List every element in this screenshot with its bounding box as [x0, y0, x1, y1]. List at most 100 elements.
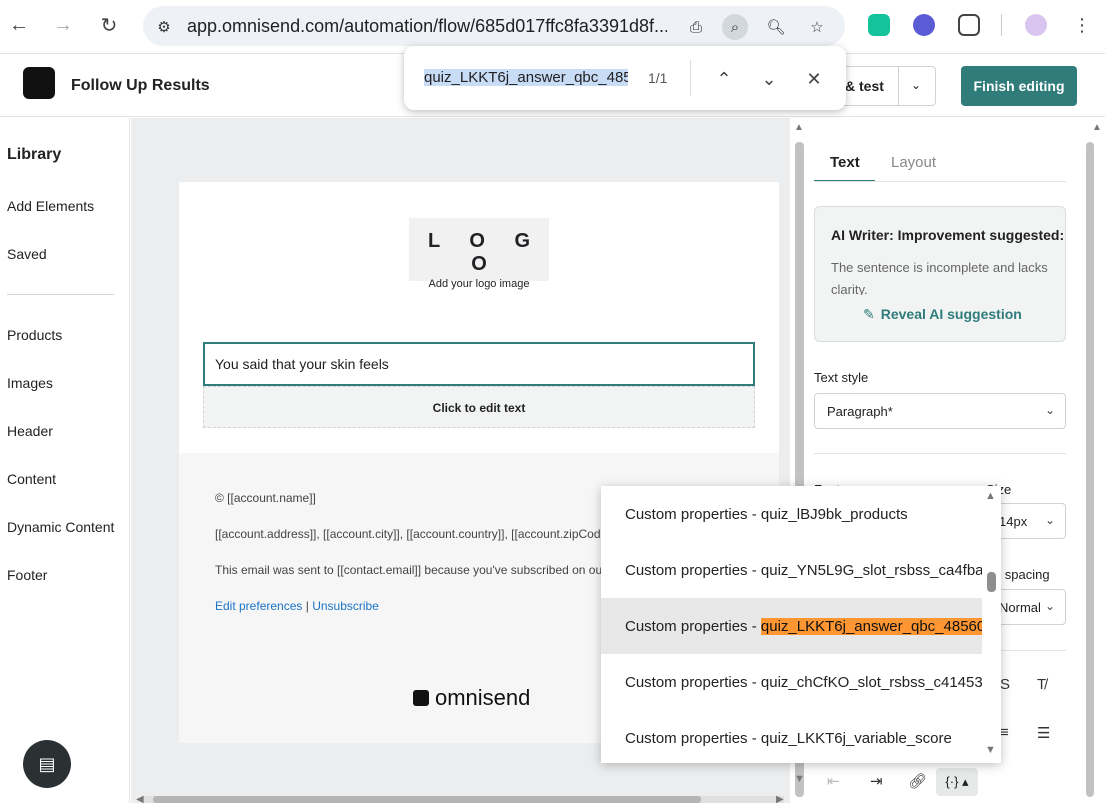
reveal-ai-suggestion-label: Reveal AI suggestion: [880, 306, 1022, 322]
page-title: Follow Up Results: [71, 77, 210, 94]
find-bar: quiz_LKKT6j_answer_qbc_4856 1/1 ⌃ ⌄ ✕: [404, 46, 846, 110]
scroll-right-icon[interactable]: ▶: [776, 794, 784, 805]
browser-menu-icon[interactable]: ⋮: [1067, 10, 1097, 40]
option-name: quiz_YN5L9G_slot_rsbss_ca4fba: [760, 562, 982, 579]
find-in-page-icon[interactable]: ⌕: [722, 14, 748, 40]
strikethrough-icon[interactable]: S: [1000, 676, 1010, 693]
site-info-icon[interactable]: ⚙: [151, 14, 177, 40]
chevron-up-icon[interactable]: ⌃: [711, 66, 737, 92]
install-app-icon[interactable]: ⎙: [683, 14, 709, 40]
find-input[interactable]: quiz_LKKT6j_answer_qbc_4856: [424, 69, 628, 86]
scroll-up-icon[interactable]: ▲: [794, 122, 804, 133]
extension-snowflake-icon[interactable]: [913, 14, 935, 36]
click-to-edit-hint[interactable]: Click to edit text: [203, 386, 755, 428]
sidebar-item-saved[interactable]: Saved: [7, 246, 47, 262]
panel-right-scrollbar[interactable]: [1086, 142, 1094, 797]
option-prefix: Custom properties -: [625, 730, 761, 747]
sidebar-item-products[interactable]: Products: [7, 327, 62, 343]
dropdown-option-selected[interactable]: Custom properties - quiz_LKKT6j_answer_q…: [601, 598, 982, 654]
scroll-down-icon[interactable]: ▼: [794, 773, 805, 785]
ai-writer-title: AI Writer: Improvement suggested:: [831, 227, 1065, 243]
logo-placeholder[interactable]: L O G O Add your logo image: [409, 218, 549, 290]
zoom-icon[interactable]: 🔍︎: [763, 14, 789, 40]
dropdown-scroll-down-icon[interactable]: ▼: [985, 744, 996, 756]
sidebar-item-add-elements[interactable]: Add Elements: [7, 198, 94, 214]
forward-icon[interactable]: →: [48, 10, 78, 40]
indent-icon[interactable]: ⇥: [870, 772, 883, 790]
scroll-up-icon[interactable]: ▲: [1092, 122, 1102, 133]
text-block[interactable]: You said that your skin feels: [203, 342, 755, 386]
align-justify-icon[interactable]: ≡: [1000, 724, 1009, 741]
tab-layout[interactable]: Layout: [891, 154, 936, 171]
chevron-down-icon: ⌄: [1044, 403, 1055, 417]
horizontal-scrollbar-thumb[interactable]: [153, 796, 701, 803]
text-style-select[interactable]: Paragraph* ⌄: [814, 393, 1066, 429]
close-icon[interactable]: ✕: [801, 66, 827, 92]
footer-account-name: © [[account.name]]: [215, 491, 316, 505]
option-prefix: Custom properties -: [625, 562, 761, 579]
footer-links: Edit preferences | Unsubscribe: [215, 599, 379, 613]
reload-icon[interactable]: ↻: [94, 10, 124, 40]
text-style-value: Paragraph*: [827, 404, 893, 419]
sidebar-item-header[interactable]: Header: [7, 423, 53, 439]
bookmark-star-icon[interactable]: ☆: [804, 14, 830, 40]
logo-subtitle: Add your logo image: [428, 278, 530, 290]
library-sidebar: Library Add Elements Saved Products Imag…: [0, 118, 130, 803]
ai-writer-description: The sentence is incomplete and lacks cla…: [831, 260, 1048, 295]
dropdown-option[interactable]: Custom properties - quiz_YN5L9G_slot_rsb…: [601, 542, 982, 598]
sidebar-item-dynamic-content[interactable]: Dynamic Content: [7, 519, 114, 535]
toolbar-divider: [1001, 14, 1002, 36]
preview-test-label: & test: [845, 78, 884, 94]
address-bar[interactable]: ⚙ app.omnisend.com/automation/flow/685d0…: [143, 6, 845, 46]
text-block-content[interactable]: You said that your skin feels: [215, 356, 389, 372]
logo-text: L O G O: [427, 230, 543, 275]
dropdown-option[interactable]: Custom properties - quiz_chCfKO_slot_rsb…: [601, 654, 982, 710]
outdent-icon[interactable]: ⇤: [827, 772, 840, 790]
library-heading: Library: [7, 146, 62, 163]
url-text[interactable]: app.omnisend.com/automation/flow/685d017…: [187, 16, 667, 37]
edit-preferences-link[interactable]: Edit preferences: [215, 599, 302, 613]
tab-text[interactable]: Text: [830, 154, 860, 171]
chat-icon: ▤: [38, 753, 56, 774]
chevron-down-icon: ⌄: [1044, 513, 1055, 527]
wand-icon: ✎: [863, 306, 875, 322]
dropdown-option[interactable]: Custom properties - quiz_LKKT6j_variable…: [601, 710, 982, 763]
find-match-count: 1/1: [648, 70, 668, 86]
panel-divider: [814, 453, 1066, 454]
dropdown-scroll-up-icon[interactable]: ▲: [985, 490, 996, 502]
dropdown-scrollbar-thumb[interactable]: [987, 572, 996, 592]
scroll-left-icon[interactable]: ◀: [136, 794, 144, 805]
size-value: 14px: [999, 514, 1028, 529]
insert-variable-button[interactable]: {·} ▴: [936, 768, 978, 796]
dropdown-option[interactable]: Custom properties - quiz_lBJ9bk_products: [601, 486, 982, 542]
chevron-down-icon[interactable]: ⌄: [756, 66, 782, 92]
omnisend-logo-icon[interactable]: [23, 67, 55, 99]
clear-format-icon[interactable]: T̸: [1037, 676, 1046, 693]
reveal-ai-suggestion-button[interactable]: ✎ Reveal AI suggestion: [863, 306, 1022, 323]
sidebar-item-content[interactable]: Content: [7, 471, 56, 487]
personalization-dropdown: Custom properties - quiz_lBJ9bk_products…: [601, 486, 1001, 763]
chat-support-button[interactable]: ▤: [23, 740, 71, 788]
ai-writer-card: AI Writer: Improvement suggested: The se…: [814, 206, 1066, 342]
footer-link-separator: |: [305, 599, 309, 613]
omnisend-brand-text: omnisend: [435, 685, 531, 710]
curly-braces-icon: {·} ▴: [945, 774, 969, 789]
profile-avatar[interactable]: [1025, 14, 1047, 36]
footer-reason: This email was sent to [[contact.email]]…: [215, 563, 603, 577]
find-divider: [690, 60, 691, 96]
extensions-puzzle-icon[interactable]: [958, 14, 980, 36]
finish-editing-button[interactable]: Finish editing: [961, 66, 1077, 106]
unsubscribe-link[interactable]: Unsubscribe: [312, 599, 379, 613]
extension-grammarly-icon[interactable]: [868, 14, 890, 36]
chevron-down-icon: ⌄: [1044, 599, 1055, 613]
option-name: quiz_LKKT6j_variable_score: [760, 730, 952, 747]
link-icon[interactable]: 🔗︎: [908, 772, 927, 790]
sidebar-item-images[interactable]: Images: [7, 375, 53, 391]
chevron-down-icon[interactable]: ⌄: [911, 78, 921, 92]
option-name-highlighted: quiz_LKKT6j_answer_qbc_48560: [760, 618, 982, 635]
text-style-label: Text style: [814, 370, 869, 385]
tabs-divider: [814, 181, 1066, 182]
sidebar-item-footer[interactable]: Footer: [7, 567, 47, 583]
list-icon[interactable]: ☰: [1037, 724, 1050, 742]
back-icon[interactable]: ←: [4, 10, 34, 40]
